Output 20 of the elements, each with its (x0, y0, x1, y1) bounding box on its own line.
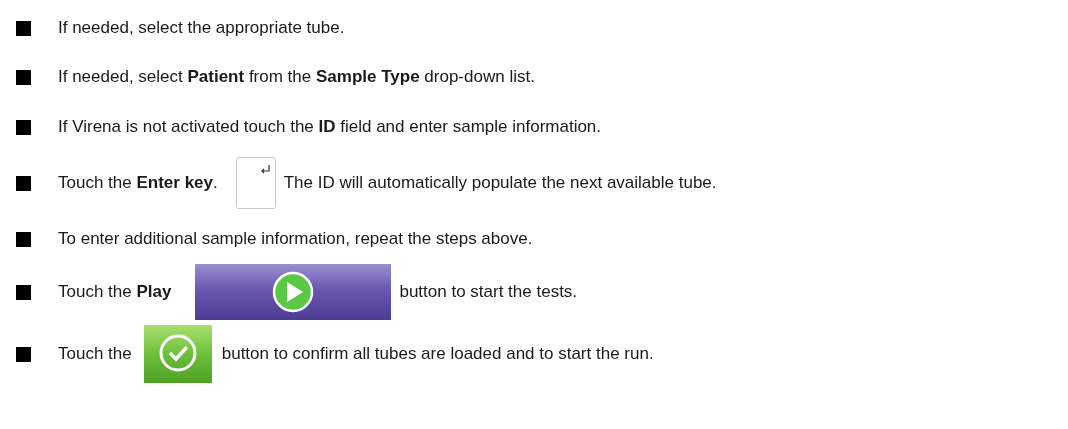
bullet-icon (16, 284, 31, 300)
step-text: Touch the (58, 344, 132, 364)
step-text: button to confirm all tubes are loaded and to start the run. (221, 344, 654, 364)
bullet-icon (16, 231, 31, 247)
bullet-icon (16, 346, 31, 362)
step-text: To enter additional sample information, repeat the steps above. (58, 229, 533, 249)
bullet-icon (16, 20, 31, 36)
step-text: If needed, select Patient from the Sample Type drop-down list. (58, 67, 535, 87)
step-text: Touch the Play (58, 282, 172, 302)
enter-key-icon (235, 157, 276, 209)
step-text: If needed, select the appropriate tube. (58, 18, 345, 38)
play-button-icon (195, 264, 392, 320)
step-text: Touch the Enter key. (58, 173, 218, 193)
step-text: button to start the tests. (399, 282, 578, 302)
step-text: The ID will automatically populate the next available tube. (283, 173, 717, 193)
bullet-icon (16, 69, 31, 85)
bullet-icon (16, 119, 31, 135)
confirm-button-icon (143, 325, 212, 383)
bullet-icon (16, 175, 31, 191)
step-text: If Virena is not activated touch the ID field and enter sample information. (58, 117, 602, 137)
